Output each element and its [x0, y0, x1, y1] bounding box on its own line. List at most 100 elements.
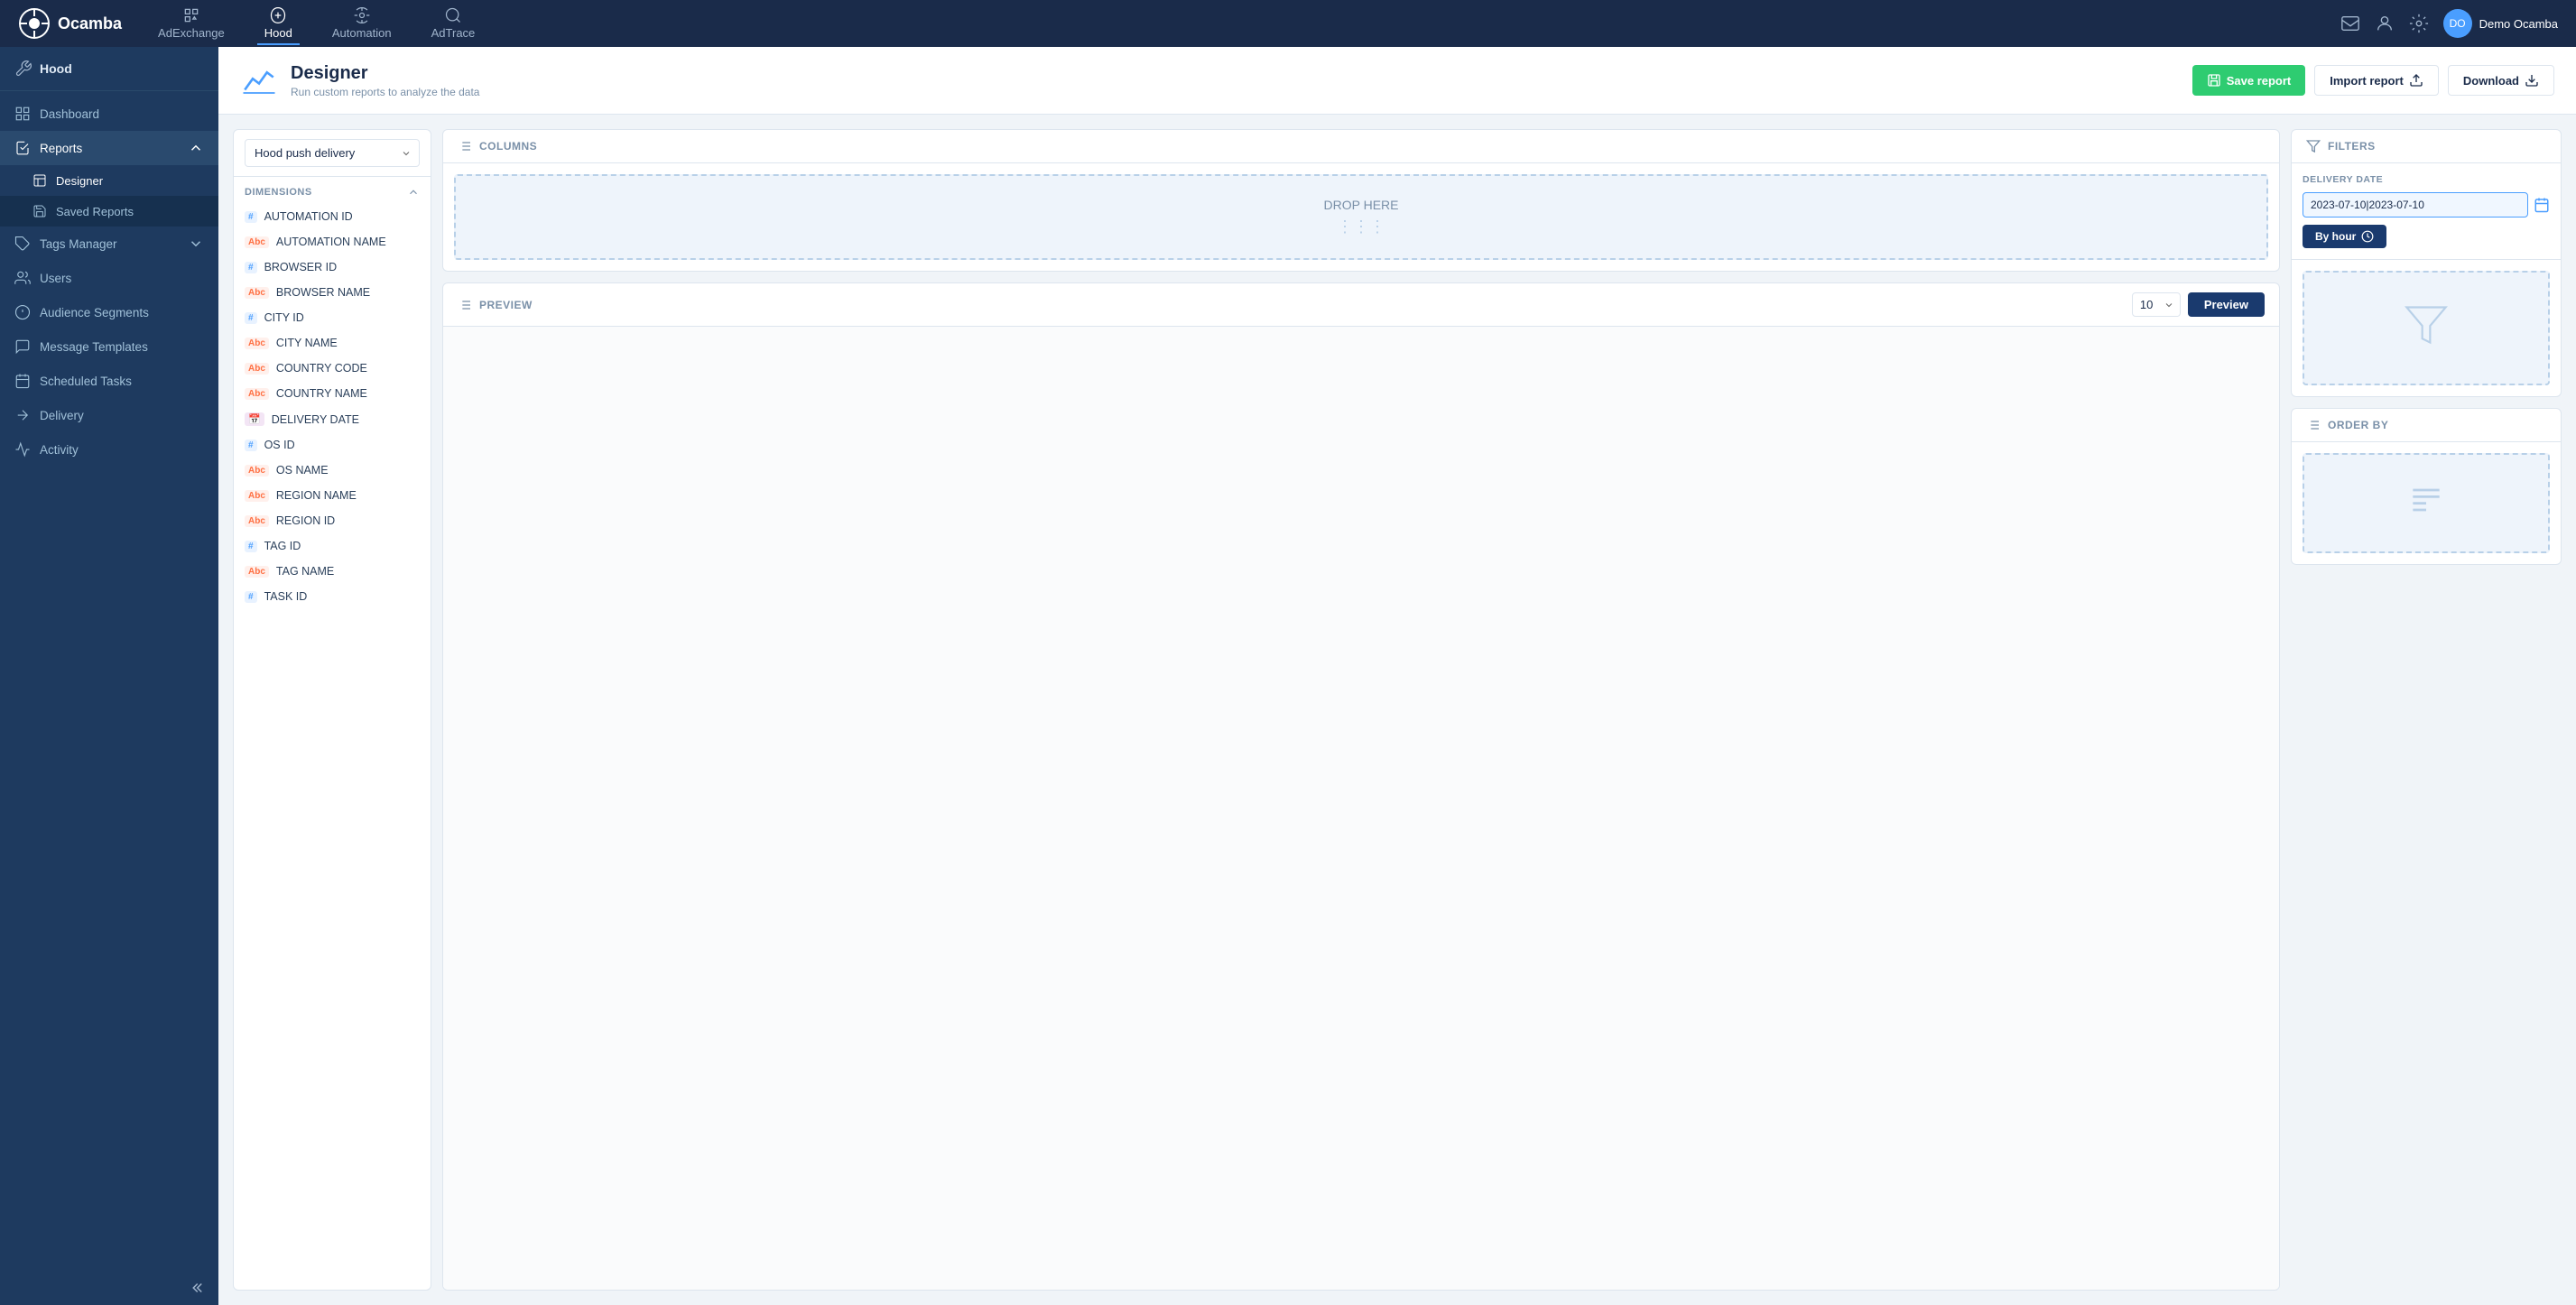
page-title: Designer: [291, 63, 479, 84]
sidebar-item-message-templates[interactable]: Message Templates: [0, 329, 218, 364]
sidebar-item-reports[interactable]: Reports: [0, 131, 218, 165]
dim-tag-name[interactable]: Abc TAG NAME: [234, 559, 431, 584]
hash-badge: #: [245, 541, 257, 552]
order-by-header: ORDER BY: [2292, 409, 2561, 442]
hash-badge: #: [245, 440, 257, 451]
sidebar-item-audience-segments[interactable]: Audience Segments: [0, 295, 218, 329]
report-type-dropdown-container: Hood push delivery Hood delivery push Cu…: [234, 130, 431, 177]
user-icon[interactable]: [2375, 14, 2395, 33]
user-badge[interactable]: DO Demo Ocamba: [2443, 9, 2558, 38]
app-logo[interactable]: Ocamba: [18, 7, 122, 40]
abc-badge: Abc: [245, 338, 269, 349]
abc-badge: Abc: [245, 566, 269, 578]
sidebar-item-saved-reports[interactable]: Saved Reports: [0, 196, 218, 227]
filters-drop-zone[interactable]: [2303, 271, 2550, 385]
hash-badge: #: [245, 312, 257, 324]
preview-count-select[interactable]: 10 25 50 100: [2132, 292, 2181, 317]
dimensions-list: # AUTOMATION ID Abc AUTOMATION NAME # BR…: [234, 204, 431, 1290]
order-by-drop-zone[interactable]: [2303, 453, 2550, 553]
dim-automation-id[interactable]: # AUTOMATION ID: [234, 204, 431, 229]
dim-task-id[interactable]: # TASK ID: [234, 584, 431, 609]
columns-icon: [458, 139, 472, 153]
sidebar-item-scheduled-tasks[interactable]: Scheduled Tasks: [0, 364, 218, 398]
sidebar-item-delivery[interactable]: Delivery: [0, 398, 218, 432]
sidebar: Hood Dashboard Reports Designer Saved Re: [0, 47, 218, 1305]
sidebar-item-activity[interactable]: Activity: [0, 432, 218, 467]
dim-tag-id[interactable]: # TAG ID: [234, 533, 431, 559]
download-icon: [2525, 73, 2539, 88]
sidebar-item-tags-manager[interactable]: Tags Manager: [0, 227, 218, 261]
audience-icon: [14, 304, 31, 320]
filter-drop-icon: [2403, 301, 2450, 348]
tools-icon: [14, 60, 32, 78]
designer-body: Hood push delivery Hood delivery push Cu…: [218, 115, 2576, 1305]
calendar-icon[interactable]: [2534, 197, 2550, 213]
dim-country-code[interactable]: Abc COUNTRY CODE: [234, 356, 431, 381]
dim-city-name[interactable]: Abc CITY NAME: [234, 330, 431, 356]
delivery-date-input[interactable]: [2303, 192, 2528, 218]
nav-adexchange[interactable]: AdExchange: [151, 3, 232, 45]
sidebar-item-users[interactable]: Users: [0, 261, 218, 295]
dim-region-id[interactable]: Abc REGION ID: [234, 508, 431, 533]
mail-icon[interactable]: [2340, 14, 2360, 33]
preview-button[interactable]: Preview: [2188, 292, 2265, 317]
header-actions: Save report Import report Download: [2192, 65, 2554, 96]
right-panel: FILTERS DELIVERY DATE By hour: [2291, 129, 2562, 1291]
collapse-icon: [191, 1280, 208, 1296]
page-header-text: Designer Run custom reports to analyze t…: [291, 63, 479, 98]
dimensions-collapse-icon[interactable]: [407, 186, 420, 199]
page-designer-icon: [240, 61, 278, 99]
nav-automation[interactable]: Automation: [325, 3, 399, 45]
dim-automation-name[interactable]: Abc AUTOMATION NAME: [234, 229, 431, 255]
nav-adtrace[interactable]: AdTrace: [424, 3, 483, 45]
sidebar-item-dashboard[interactable]: Dashboard: [0, 97, 218, 131]
center-panel: COLUMNS DROP HERE ⋮⋮⋮ PREVIEW 10: [442, 129, 2280, 1291]
abc-badge: Abc: [245, 236, 269, 248]
save-report-button[interactable]: Save report: [2192, 65, 2306, 96]
dim-delivery-date[interactable]: 📅 DELIVERY DATE: [234, 406, 431, 432]
tags-icon: [14, 236, 31, 252]
filters-header: FILTERS: [2292, 130, 2561, 163]
columns-drop-zone[interactable]: DROP HERE ⋮⋮⋮: [454, 174, 2268, 260]
sidebar-item-designer[interactable]: Designer: [0, 165, 218, 196]
reports-icon: [14, 140, 31, 156]
hash-badge: #: [245, 591, 257, 603]
hash-badge: #: [245, 262, 257, 273]
columns-drop-icon: ⋮⋮⋮: [477, 218, 2245, 236]
preview-section: PREVIEW 10 25 50 100 Preview: [442, 282, 2280, 1291]
dim-city-id[interactable]: # CITY ID: [234, 305, 431, 330]
abc-badge: Abc: [245, 465, 269, 477]
dim-os-id[interactable]: # OS ID: [234, 432, 431, 458]
users-icon: [14, 270, 31, 286]
header-right: DO Demo Ocamba: [2340, 9, 2558, 38]
filter-icon: [2306, 139, 2321, 153]
settings-icon[interactable]: [2409, 14, 2429, 33]
dimensions-header: DIMENSIONS: [234, 177, 431, 204]
page-header: Designer Run custom reports to analyze t…: [218, 47, 2576, 115]
save-icon: [2207, 73, 2221, 88]
dim-browser-id[interactable]: # BROWSER ID: [234, 255, 431, 280]
abc-badge: Abc: [245, 287, 269, 299]
top-navigation: Ocamba AdExchange Hood Automation AdTrac…: [0, 0, 2576, 47]
sidebar-collapse-button[interactable]: [0, 1271, 218, 1305]
page-subtitle: Run custom reports to analyze the data: [291, 86, 479, 98]
avatar: DO: [2443, 9, 2472, 38]
nav-hood[interactable]: Hood: [257, 3, 300, 45]
delivery-date-section: DELIVERY DATE By hour: [2292, 163, 2561, 260]
activity-icon: [14, 441, 31, 458]
download-button[interactable]: Download: [2448, 65, 2554, 96]
delivery-icon: [14, 407, 31, 423]
saved-reports-icon: [32, 204, 47, 218]
dim-country-name[interactable]: Abc COUNTRY NAME: [234, 381, 431, 406]
preview-icon: [458, 298, 472, 312]
main-content: Designer Run custom reports to analyze t…: [218, 47, 2576, 1305]
abc-badge: Abc: [245, 388, 269, 400]
report-type-select[interactable]: Hood push delivery Hood delivery push Cu…: [245, 139, 420, 167]
import-report-button[interactable]: Import report: [2314, 65, 2439, 96]
scheduled-tasks-icon: [14, 373, 31, 389]
dim-browser-name[interactable]: Abc BROWSER NAME: [234, 280, 431, 305]
by-hour-button[interactable]: By hour: [2303, 225, 2386, 248]
dim-os-name[interactable]: Abc OS NAME: [234, 458, 431, 483]
dim-region-name[interactable]: Abc REGION NAME: [234, 483, 431, 508]
dimensions-panel: Hood push delivery Hood delivery push Cu…: [233, 129, 431, 1291]
